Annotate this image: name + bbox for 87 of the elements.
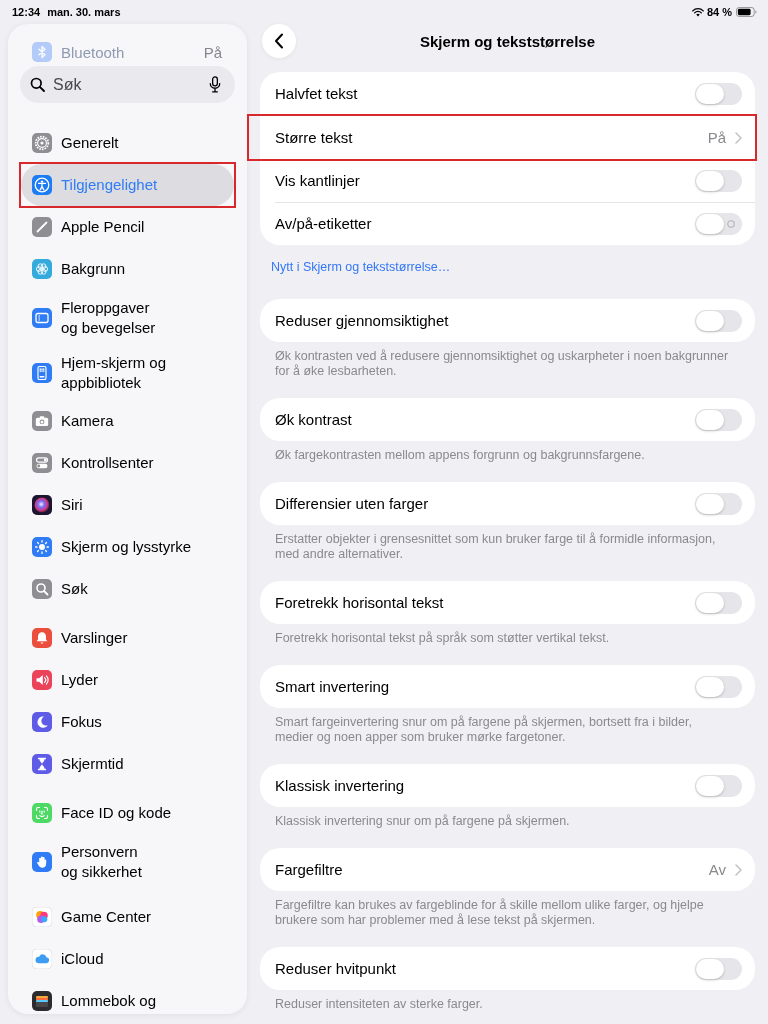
search-field[interactable]: Søk bbox=[20, 66, 235, 103]
section-footer: Erstatter objekter i grensesnittet som kun bruker farge til å formidle informasjon, med andre alternativer. bbox=[260, 525, 755, 562]
toggle-switch[interactable] bbox=[695, 408, 742, 431]
search-icon bbox=[30, 77, 45, 92]
toggle-switch[interactable] bbox=[695, 82, 742, 105]
toggle-switch[interactable] bbox=[695, 675, 742, 698]
moon-icon bbox=[32, 712, 52, 732]
sidebar-item[interactable]: Personvern og sikkerhet bbox=[21, 834, 234, 889]
chevron-icon bbox=[735, 131, 742, 144]
sidebar-item[interactable]: Game Center bbox=[21, 896, 234, 938]
row-label: Klassisk invertering bbox=[275, 777, 406, 794]
row-label: Større tekst bbox=[275, 129, 354, 146]
sidebar-item[interactable]: Bakgrunn bbox=[21, 248, 234, 290]
sidebar-item[interactable]: Skjerm og lysstyrke bbox=[21, 526, 234, 568]
section-footer: Reduser intensiteten av sterke farger. bbox=[260, 990, 755, 1012]
sidebar-item[interactable]: Siri bbox=[21, 484, 234, 526]
sidebar-item[interactable]: Apple Pencil bbox=[21, 206, 234, 248]
chevron-icon bbox=[274, 33, 284, 49]
toggle-switch[interactable] bbox=[695, 774, 742, 797]
row-label: Øk kontrast bbox=[275, 411, 353, 428]
wifi-icon bbox=[691, 7, 704, 17]
sidebar-item[interactable]: Søk bbox=[21, 568, 234, 610]
section-footer: Smart fargeinvertering snur om på fargene på skjermen, bortsett fra i bilder, medier og noen apper som bruker mørke fargetoner. bbox=[260, 708, 755, 745]
sidebar-item[interactable]: Lommebok og bbox=[21, 980, 234, 1014]
row-label: Halvfet tekst bbox=[275, 85, 359, 102]
sidebar-item[interactable]: Face ID og kode bbox=[21, 792, 234, 834]
section-footer: Foretrekk horisontal tekst på språk som støtter vertikal tekst. bbox=[260, 624, 755, 646]
search-icon bbox=[32, 579, 52, 599]
microphone-icon[interactable] bbox=[209, 76, 221, 93]
toggle-switch[interactable] bbox=[695, 169, 742, 192]
section-footer: Klassisk invertering snur om på fargene på skjermen. bbox=[260, 807, 755, 829]
toggle-switch[interactable] bbox=[695, 309, 742, 332]
battery-percentage: 84 % bbox=[706, 6, 732, 18]
sidebar-item[interactable]: Fokus bbox=[21, 701, 234, 743]
toggle-switch[interactable] bbox=[695, 492, 742, 515]
back-button[interactable] bbox=[262, 24, 296, 58]
battery-icon bbox=[736, 7, 757, 17]
page-title: Skjerm og tekststørrelse bbox=[418, 32, 597, 50]
sidebar-item[interactable]: iCloud bbox=[21, 938, 234, 980]
pencil-icon bbox=[32, 217, 52, 237]
cloud-icon bbox=[32, 949, 52, 969]
toggle-switch[interactable] bbox=[695, 591, 742, 614]
window-icon bbox=[32, 307, 52, 328]
status-date: man. 30. mars bbox=[47, 6, 121, 18]
sun-icon bbox=[32, 537, 52, 557]
sidebar-item[interactable]: Kontrollsenter bbox=[21, 442, 234, 484]
status-time: 12:34 bbox=[12, 6, 41, 18]
tablet-grid-icon bbox=[32, 362, 52, 383]
gear-icon bbox=[32, 133, 52, 153]
row-label: Reduser gjennomsiktighet bbox=[275, 312, 450, 329]
sidebar-item[interactable]: Hjem-skjerm og appbibliotek bbox=[21, 345, 234, 400]
row-label: Vis kantlinjer bbox=[275, 172, 361, 189]
sidebar-item[interactable]: Varslinger bbox=[21, 617, 234, 659]
face-scan-icon bbox=[32, 803, 52, 823]
row-value: Av bbox=[708, 861, 726, 878]
sidebar-item[interactable]: Fleroppgaver og bevegelser bbox=[21, 290, 234, 345]
row-label: Foretrekk horisontal tekst bbox=[275, 594, 445, 611]
bell-icon bbox=[32, 628, 52, 648]
chevron-icon bbox=[735, 863, 742, 876]
sidebar-item[interactable]: Lyder bbox=[21, 659, 234, 701]
hourglass-icon bbox=[32, 754, 52, 774]
row-value: På bbox=[707, 129, 726, 146]
row-label: Differensier uten farger bbox=[275, 495, 430, 512]
section-footer: Øk fargekontrasten mellom appens forgrunn og bakgrunnsfargene. bbox=[260, 441, 755, 463]
camera-icon bbox=[32, 411, 52, 431]
toggles-icon bbox=[32, 453, 52, 473]
bluetooth-icon bbox=[32, 42, 52, 62]
item-value: På bbox=[203, 43, 222, 61]
whats-new-link[interactable]: Nytt i Skjerm og tekststørrelse… bbox=[271, 260, 755, 275]
bubbles-icon bbox=[32, 907, 52, 927]
speaker-icon bbox=[32, 670, 52, 690]
row-label: Reduser hvitpunkt bbox=[275, 960, 397, 977]
row-label: Smart invertering bbox=[275, 678, 391, 695]
section-footer: Øk kontrasten ved å redusere gjennomsiktighet og uskarpheter i noen bakgrunner for å øke lesbarheten. bbox=[260, 342, 755, 379]
toggle-switch[interactable] bbox=[695, 957, 742, 980]
row-label: Fargefiltre bbox=[275, 861, 344, 878]
row-label: Av/på-etiketter bbox=[275, 215, 373, 232]
section-footer: Fargefiltre kan brukes av fargeblinde for å skille mellom ulike farger, og hjelpe brukere som har problemer med å lese tekst på skjermen. bbox=[260, 891, 755, 928]
flower-icon bbox=[32, 259, 52, 279]
sidebar-item[interactable]: Kamera bbox=[21, 400, 234, 442]
toggle-switch[interactable] bbox=[695, 212, 742, 235]
orb-icon bbox=[32, 495, 52, 515]
wallet-icon bbox=[32, 991, 52, 1011]
hand-icon bbox=[32, 851, 52, 872]
sidebar-item[interactable]: Skjermtid bbox=[21, 743, 234, 785]
accessibility-icon bbox=[32, 175, 52, 195]
sidebar-item[interactable]: Generelt bbox=[21, 122, 234, 164]
